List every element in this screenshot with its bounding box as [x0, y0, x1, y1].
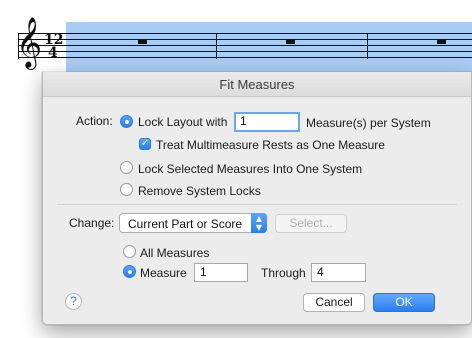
treble-clef-icon: 𝄞 [16, 17, 43, 68]
dialog-title: Fit Measures [219, 77, 295, 92]
cancel-button[interactable]: Cancel [303, 293, 365, 312]
fit-measures-dialog: Fit Measures Action: Lock Layout with 1 … [42, 72, 472, 325]
selected-measures-highlight [66, 22, 472, 72]
whole-rest[interactable] [437, 40, 446, 44]
staff-line [18, 57, 472, 58]
lock-selected-radio[interactable] [120, 161, 133, 174]
barline [216, 33, 217, 59]
multimeasure-rests-label[interactable]: Treat Multimeasure Rests as One Measure [156, 138, 385, 152]
select-button[interactable]: Select... [275, 214, 347, 233]
lock-selected-label[interactable]: Lock Selected Measures Into One System [138, 162, 362, 176]
per-system-label: Measure(s) per System [306, 116, 431, 130]
section-divider [57, 204, 457, 205]
lock-layout-label[interactable]: Lock Layout with [138, 115, 227, 129]
dialog-titlebar[interactable]: Fit Measures [43, 72, 471, 97]
ok-button[interactable]: OK [373, 293, 435, 312]
action-label: Action: [76, 114, 113, 128]
remove-locks-radio[interactable] [120, 183, 133, 196]
measure-range-radio[interactable] [123, 265, 136, 278]
help-button[interactable]: ? [65, 293, 82, 310]
time-signature-bottom: 4 [48, 45, 58, 61]
all-measures-label[interactable]: All Measures [140, 246, 209, 260]
measures-per-system-field[interactable]: 1 [234, 112, 300, 132]
whole-rest[interactable] [138, 40, 147, 44]
staff-line [18, 33, 472, 34]
scope-popup[interactable]: Current Part or Score ▲ ▼ [119, 213, 267, 233]
multimeasure-rests-checkbox[interactable]: ✓ [139, 138, 151, 150]
remove-locks-label[interactable]: Remove System Locks [138, 184, 261, 198]
measure-label[interactable]: Measure [140, 266, 187, 280]
staff-line [18, 45, 472, 46]
lock-layout-radio[interactable] [120, 115, 133, 128]
change-label: Change: [69, 216, 115, 230]
all-measures-radio[interactable] [123, 245, 136, 258]
measure-to-field[interactable]: 4 [311, 263, 366, 282]
barline [367, 33, 368, 59]
whole-rest[interactable] [286, 40, 295, 44]
staff-line [18, 51, 472, 52]
scope-popup-value: Current Part or Score [128, 217, 243, 231]
staff-line [18, 39, 472, 40]
chevron-updown-icon: ▲ ▼ [251, 213, 267, 233]
measure-from-field[interactable]: 1 [194, 263, 248, 282]
through-label: Through [261, 266, 306, 280]
